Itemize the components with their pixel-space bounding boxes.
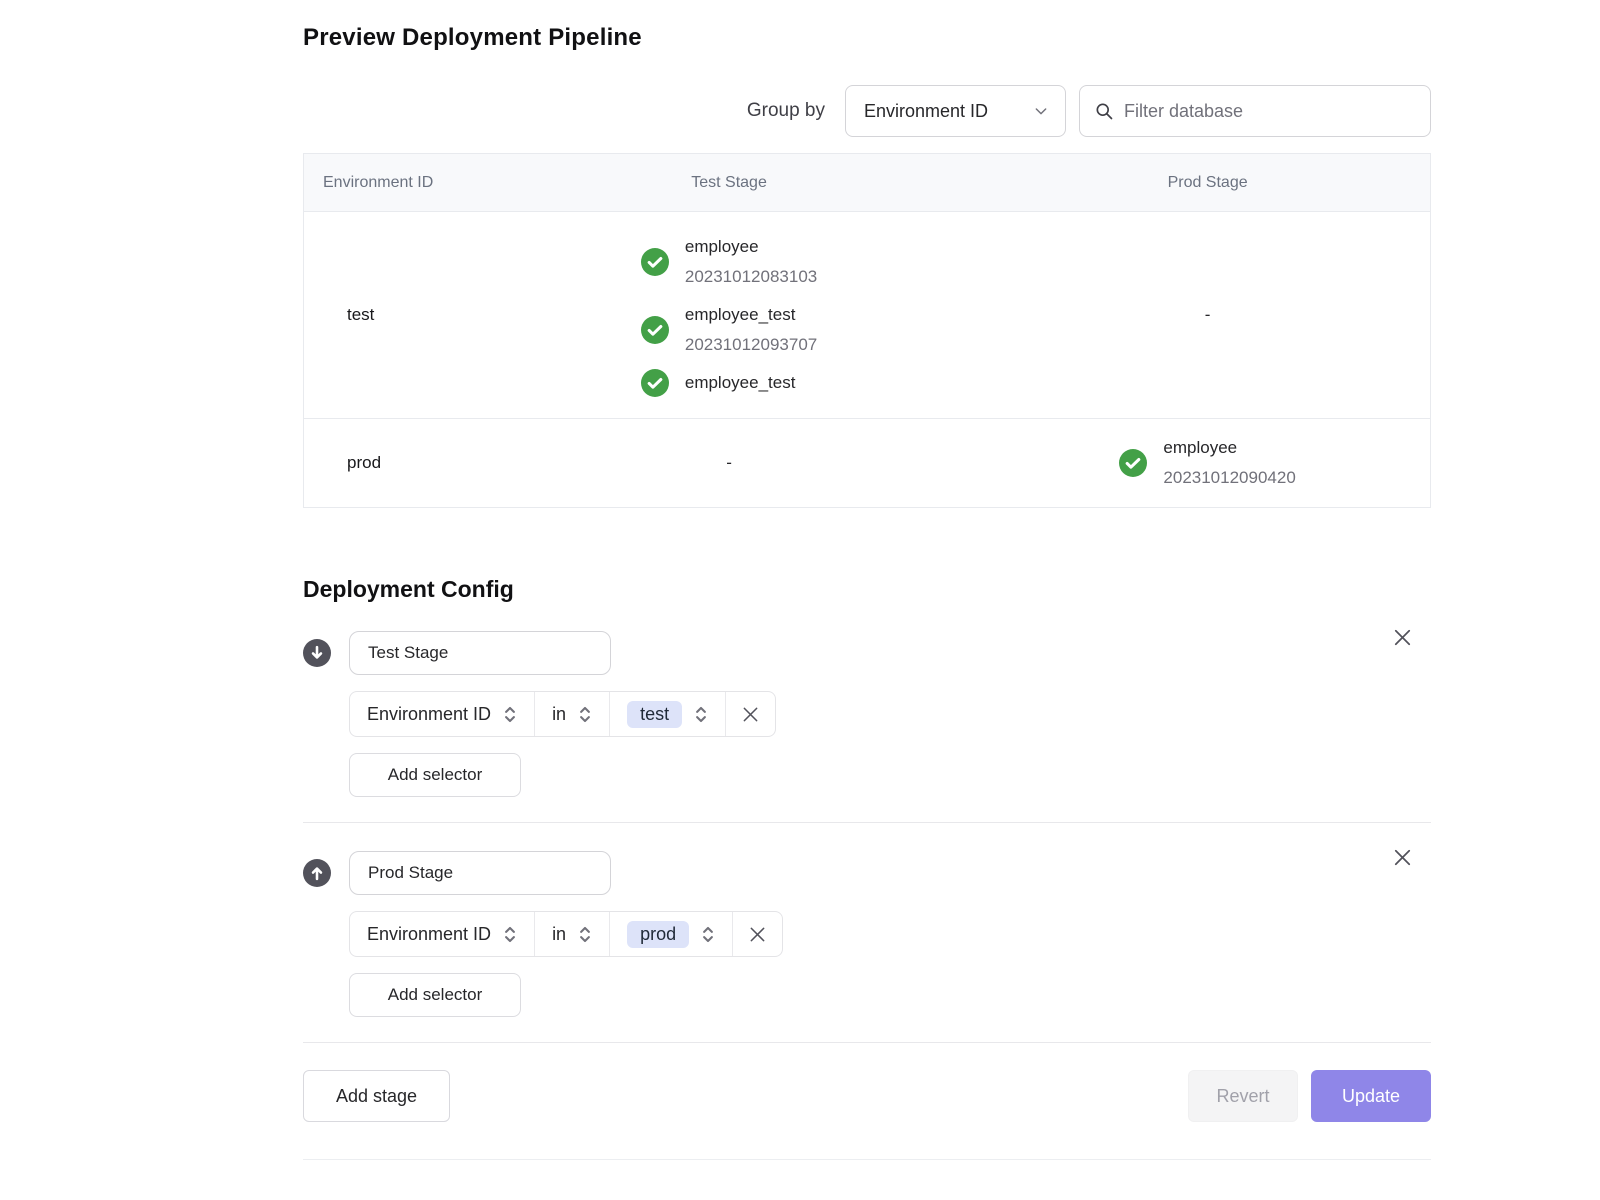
filter-database-box xyxy=(1079,85,1431,137)
selector-field-select[interactable]: Environment ID xyxy=(350,692,534,736)
value-chip: test xyxy=(627,701,682,728)
table-row-prod: prod - employee 20231012090420 xyxy=(304,418,1430,507)
column-header-environment-id: Environment ID xyxy=(304,174,473,192)
check-circle-icon xyxy=(641,316,669,344)
database-name: employee xyxy=(1163,433,1295,463)
empty-dash: - xyxy=(726,453,732,473)
database-name: employee_test xyxy=(685,300,817,330)
table-row-test: test employee 20231012083103 xyxy=(304,211,1430,418)
database-item: employee_test xyxy=(641,368,796,398)
remove-selector-button[interactable] xyxy=(732,912,782,956)
chevron-updown-icon xyxy=(578,705,592,724)
database-version: 20231012090420 xyxy=(1163,463,1295,493)
chevron-down-icon xyxy=(1033,103,1049,119)
test-stage-databases: employee 20231012083103 employee_test 20… xyxy=(641,232,817,398)
main-content: Preview Deployment Pipeline Group by Env… xyxy=(303,0,1431,1160)
selector-group: Environment ID in test xyxy=(349,691,776,737)
close-icon xyxy=(1391,846,1414,869)
divider xyxy=(303,1042,1431,1043)
stage-name-input[interactable] xyxy=(349,851,611,895)
check-circle-icon xyxy=(641,369,669,397)
stage-config-prod: Environment ID in prod xyxy=(303,851,1431,1017)
divider xyxy=(303,822,1431,823)
close-icon xyxy=(740,704,761,725)
environment-cell: test xyxy=(323,305,374,324)
database-item: employee 20231012083103 xyxy=(641,232,817,292)
add-stage-button[interactable]: Add stage xyxy=(303,1070,450,1122)
value-chip: prod xyxy=(627,921,689,948)
remove-stage-button[interactable] xyxy=(1390,845,1414,869)
pipeline-table-header: Environment ID Test Stage Prod Stage xyxy=(304,154,1430,211)
column-header-test-stage: Test Stage xyxy=(473,174,985,192)
database-name: employee xyxy=(685,232,817,262)
page-title: Preview Deployment Pipeline xyxy=(303,24,1431,52)
selector-value-select[interactable]: test xyxy=(609,692,725,736)
chevron-updown-icon xyxy=(694,705,708,724)
update-button[interactable]: Update xyxy=(1311,1070,1431,1122)
add-selector-button[interactable]: Add selector xyxy=(349,973,521,1017)
check-circle-icon xyxy=(641,248,669,276)
filter-database-input[interactable] xyxy=(1124,101,1416,122)
selector-group: Environment ID in prod xyxy=(349,911,783,957)
group-by-selected-value: Environment ID xyxy=(864,101,988,122)
remove-stage-button[interactable] xyxy=(1390,625,1414,649)
database-name: employee_test xyxy=(685,368,796,398)
revert-button[interactable]: Revert xyxy=(1188,1070,1298,1122)
search-icon xyxy=(1094,101,1114,121)
selector-value-select[interactable]: prod xyxy=(609,912,732,956)
remove-selector-button[interactable] xyxy=(725,692,775,736)
database-version: 20231012083103 xyxy=(685,262,817,292)
close-icon xyxy=(747,924,768,945)
arrow-down-circle-icon xyxy=(303,639,331,667)
selector-operator-select[interactable]: in xyxy=(534,912,609,956)
close-icon xyxy=(1391,626,1414,649)
section-title-deployment-config: Deployment Config xyxy=(303,576,1431,603)
add-selector-button[interactable]: Add selector xyxy=(349,753,521,797)
pipeline-table: Environment ID Test Stage Prod Stage tes… xyxy=(303,153,1431,508)
chevron-updown-icon xyxy=(503,705,517,724)
stage-name-input[interactable] xyxy=(349,631,611,675)
group-by-label: Group by xyxy=(747,100,825,122)
column-header-prod-stage: Prod Stage xyxy=(985,174,1430,192)
database-item: employee 20231012090420 xyxy=(1119,433,1295,493)
bottom-divider xyxy=(303,1159,1431,1160)
environment-cell: prod xyxy=(323,453,381,472)
database-item: employee_test 20231012093707 xyxy=(641,300,817,360)
selector-field-select[interactable]: Environment ID xyxy=(350,912,534,956)
chevron-updown-icon xyxy=(503,925,517,944)
selector-operator-select[interactable]: in xyxy=(534,692,609,736)
chevron-updown-icon xyxy=(701,925,715,944)
database-version: 20231012093707 xyxy=(685,330,817,360)
check-circle-icon xyxy=(1119,449,1147,477)
arrow-up-circle-icon xyxy=(303,859,331,887)
chevron-updown-icon xyxy=(578,925,592,944)
group-by-select[interactable]: Environment ID xyxy=(845,85,1066,137)
empty-dash: - xyxy=(1205,305,1211,325)
prod-stage-databases: employee 20231012090420 xyxy=(1119,433,1295,493)
stage-config-test: Environment ID in test xyxy=(303,631,1431,797)
table-controls: Group by Environment ID xyxy=(303,85,1431,137)
footer-actions: Add stage Revert Update xyxy=(303,1070,1431,1122)
